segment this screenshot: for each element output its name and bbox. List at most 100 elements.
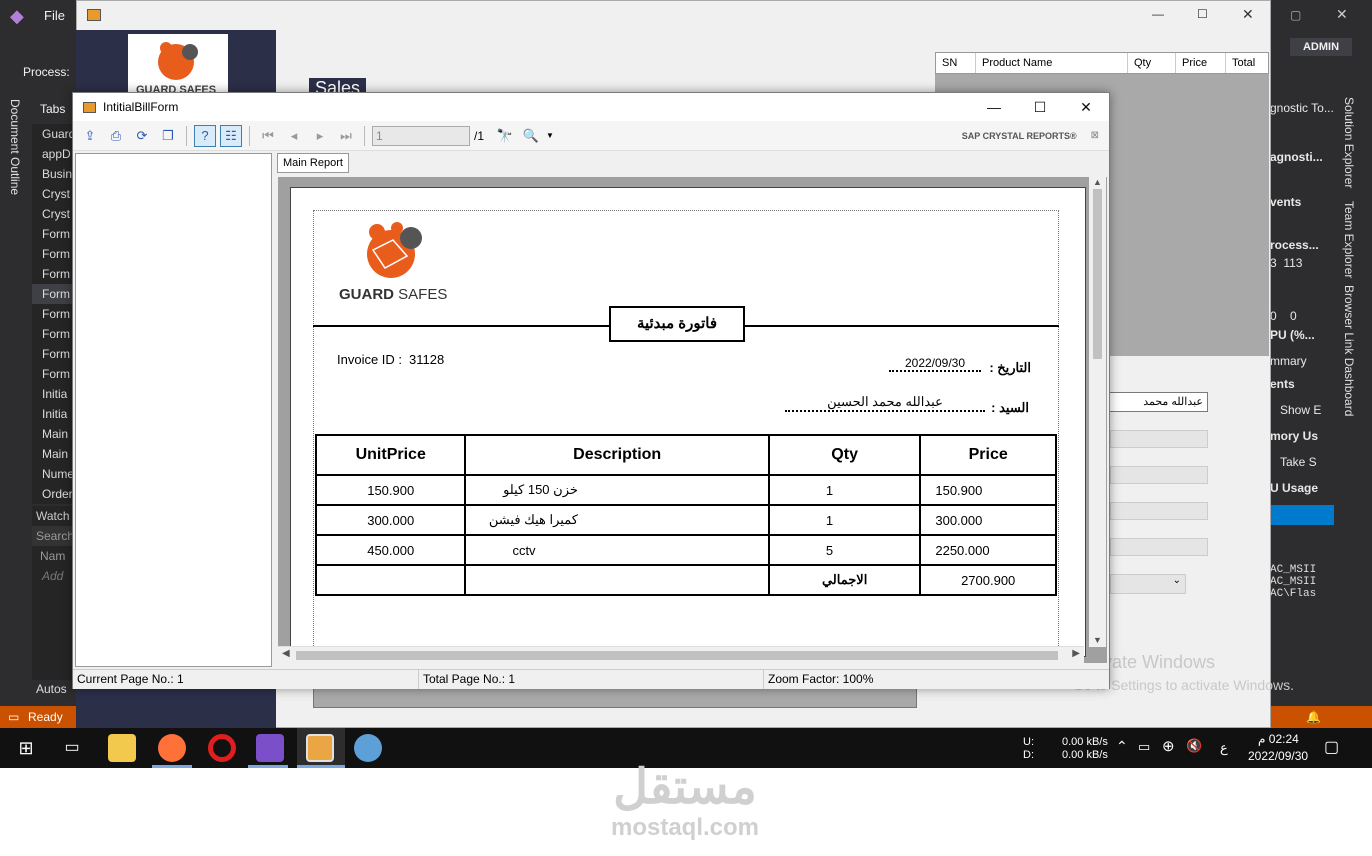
team-explorer-tab[interactable]: Team Explorer	[1342, 201, 1356, 278]
list-item[interactable]: Nume	[32, 464, 74, 484]
minimize-button[interactable]: —	[971, 99, 1017, 116]
list-item[interactable]: Form	[32, 264, 74, 284]
list-item[interactable]: Main	[32, 444, 74, 464]
watch-add-item[interactable]: Add	[32, 566, 74, 586]
previous-page-icon[interactable]: ◂	[283, 125, 305, 147]
list-item[interactable]: Initia	[32, 404, 74, 424]
diag-item[interactable]: Take S	[1280, 455, 1317, 469]
list-item[interactable]: Form	[32, 324, 74, 344]
text-field[interactable]	[1110, 430, 1208, 448]
list-item[interactable]: Order	[32, 484, 74, 504]
export-icon[interactable]: ⇪	[79, 125, 101, 147]
watch-search[interactable]: Search	[32, 526, 74, 546]
column-header[interactable]: Price	[1176, 53, 1226, 73]
close-panel-icon[interactable]: ⊠	[1091, 130, 1099, 141]
firefox-icon[interactable]	[158, 734, 186, 762]
qty-cell: 1	[767, 474, 922, 506]
list-item[interactable]: Initia	[32, 384, 74, 404]
page-number-input[interactable]: 1	[372, 125, 470, 146]
list-item[interactable]: Form	[32, 244, 74, 264]
group-tree-panel[interactable]	[75, 153, 272, 667]
text-field[interactable]	[1110, 538, 1208, 556]
find-icon[interactable]: 🔭	[494, 125, 516, 147]
first-page-icon[interactable]: ⏮	[257, 125, 279, 147]
list-item[interactable]: Form	[32, 224, 74, 244]
vs-minimize-button[interactable]: ▢	[1290, 8, 1301, 22]
zoom-dropdown-icon[interactable]: ▼	[546, 131, 554, 140]
combo-box[interactable]: ⌄	[1110, 574, 1186, 594]
print-icon[interactable]: ⎙	[105, 125, 127, 147]
horizontal-scrollbar[interactable]: ◀ ▶	[278, 646, 1084, 663]
user-badge[interactable]: ADMIN	[1290, 38, 1352, 56]
notifications-icon[interactable]: 🔔	[1306, 706, 1321, 728]
browser-link-tab[interactable]: Browser Link Dashboard	[1342, 285, 1356, 416]
list-item[interactable]: Form	[32, 364, 74, 384]
task-view-icon[interactable]: ▭	[58, 734, 86, 762]
group-tree-icon[interactable]: ☷	[220, 124, 242, 147]
table-row: 300.000 كميرا هيك فيشن 1 300.000	[314, 504, 1057, 536]
scroll-up-icon[interactable]: ▲	[1089, 177, 1106, 187]
diag-item: 3 113	[1270, 256, 1303, 270]
clock-time[interactable]: 02:24 م	[1258, 732, 1299, 746]
battery-icon[interactable]: ▭	[1138, 739, 1150, 755]
network-icon[interactable]: ⊕	[1162, 737, 1175, 755]
action-center-icon[interactable]: ▢	[1324, 737, 1339, 757]
list-item[interactable]: Form	[32, 344, 74, 364]
list-item[interactable]: Cryst	[32, 184, 74, 204]
tab-main-report[interactable]: Main Report	[277, 153, 349, 173]
diag-item[interactable]: mmary	[1270, 354, 1307, 368]
paint-icon[interactable]	[354, 734, 382, 762]
list-item[interactable]: Busin	[32, 164, 74, 184]
zoom-icon[interactable]: 🔍	[520, 125, 542, 147]
file-explorer-icon[interactable]	[108, 734, 136, 762]
text-field[interactable]	[1110, 466, 1208, 484]
diag-item: mory Us	[1270, 429, 1319, 443]
customer-input[interactable]: عبدالله محمد	[1108, 392, 1208, 412]
next-page-icon[interactable]: ▸	[309, 125, 331, 147]
document-outline-tab[interactable]: Document Outline	[0, 95, 30, 695]
copy-icon[interactable]: ❐	[157, 125, 179, 147]
tray-chevron-icon[interactable]: ⌃	[1116, 738, 1128, 755]
table-header-row: UnitPrice Description Qty Price	[314, 434, 1057, 476]
sales-close-button[interactable]: ✕	[1242, 6, 1254, 23]
sales-maximize-button[interactable]: ☐	[1197, 7, 1208, 21]
toolbar-divider	[364, 125, 365, 146]
sales-minimize-button[interactable]: —	[1152, 7, 1164, 21]
refresh-icon[interactable]: ⟳	[131, 125, 153, 147]
volume-muted-icon[interactable]: 🔇	[1186, 738, 1202, 754]
text-field[interactable]	[1110, 502, 1208, 520]
column-header[interactable]: Qty	[1128, 53, 1176, 73]
opera-icon[interactable]	[208, 734, 236, 762]
scroll-left-icon[interactable]: ◀	[282, 648, 290, 659]
list-item[interactable]: Main	[32, 424, 74, 444]
column-header[interactable]: Product Name	[976, 53, 1128, 73]
help-icon[interactable]: ?	[194, 124, 216, 147]
list-item[interactable]: Form	[32, 304, 74, 324]
list-item[interactable]: appD	[32, 144, 74, 164]
list-item[interactable]: Form	[32, 284, 74, 304]
close-button[interactable]: ✕	[1063, 99, 1109, 116]
visual-studio-icon[interactable]	[256, 734, 284, 762]
column-header[interactable]: Total	[1226, 53, 1268, 73]
menu-file[interactable]: File	[44, 8, 65, 23]
column-header[interactable]: SN	[936, 53, 976, 73]
list-item[interactable]: Cryst	[32, 204, 74, 224]
last-page-icon[interactable]: ⏭	[335, 125, 357, 147]
unit-price-cell: 450.000	[314, 534, 467, 566]
list-item[interactable]: Guard	[32, 124, 74, 144]
autos-tab[interactable]: Autos	[36, 682, 67, 696]
vertical-scrollbar[interactable]: ▲ ▼	[1089, 177, 1106, 647]
scroll-down-icon[interactable]: ▼	[1089, 635, 1106, 645]
clock-date[interactable]: 2022/09/30	[1248, 749, 1308, 763]
vs-close-button[interactable]: ✕	[1336, 6, 1348, 23]
output-panel-header	[1270, 505, 1334, 525]
toolbar-divider	[249, 125, 250, 146]
scroll-thumb[interactable]	[296, 651, 1058, 660]
solution-explorer-tab[interactable]: Solution Explorer	[1342, 97, 1356, 188]
maximize-button[interactable]: ☐	[1017, 99, 1063, 116]
start-icon[interactable]: ⊞	[12, 734, 40, 762]
scroll-right-icon[interactable]: ▶	[1072, 648, 1080, 659]
scroll-thumb[interactable]	[1093, 189, 1102, 359]
language-indicator[interactable]: ع	[1220, 740, 1228, 756]
diag-item[interactable]: Show E	[1280, 403, 1321, 417]
